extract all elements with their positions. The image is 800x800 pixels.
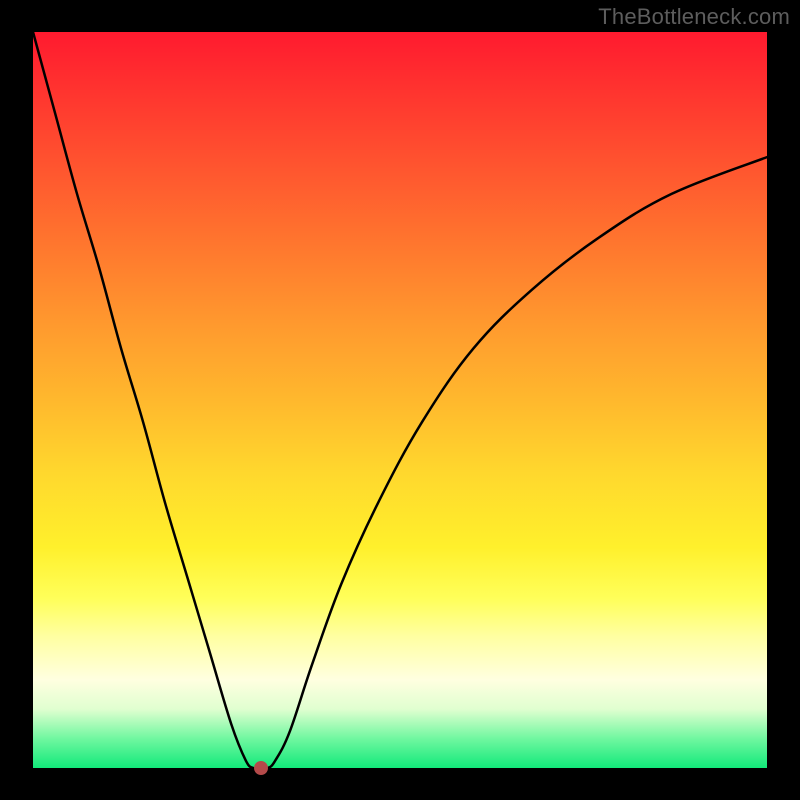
curve-svg [33, 32, 767, 768]
chart-frame: TheBottleneck.com [0, 0, 800, 800]
plot-area [33, 32, 767, 768]
bottleneck-curve [33, 32, 767, 769]
minimum-marker [254, 761, 268, 775]
watermark-text: TheBottleneck.com [598, 4, 790, 30]
